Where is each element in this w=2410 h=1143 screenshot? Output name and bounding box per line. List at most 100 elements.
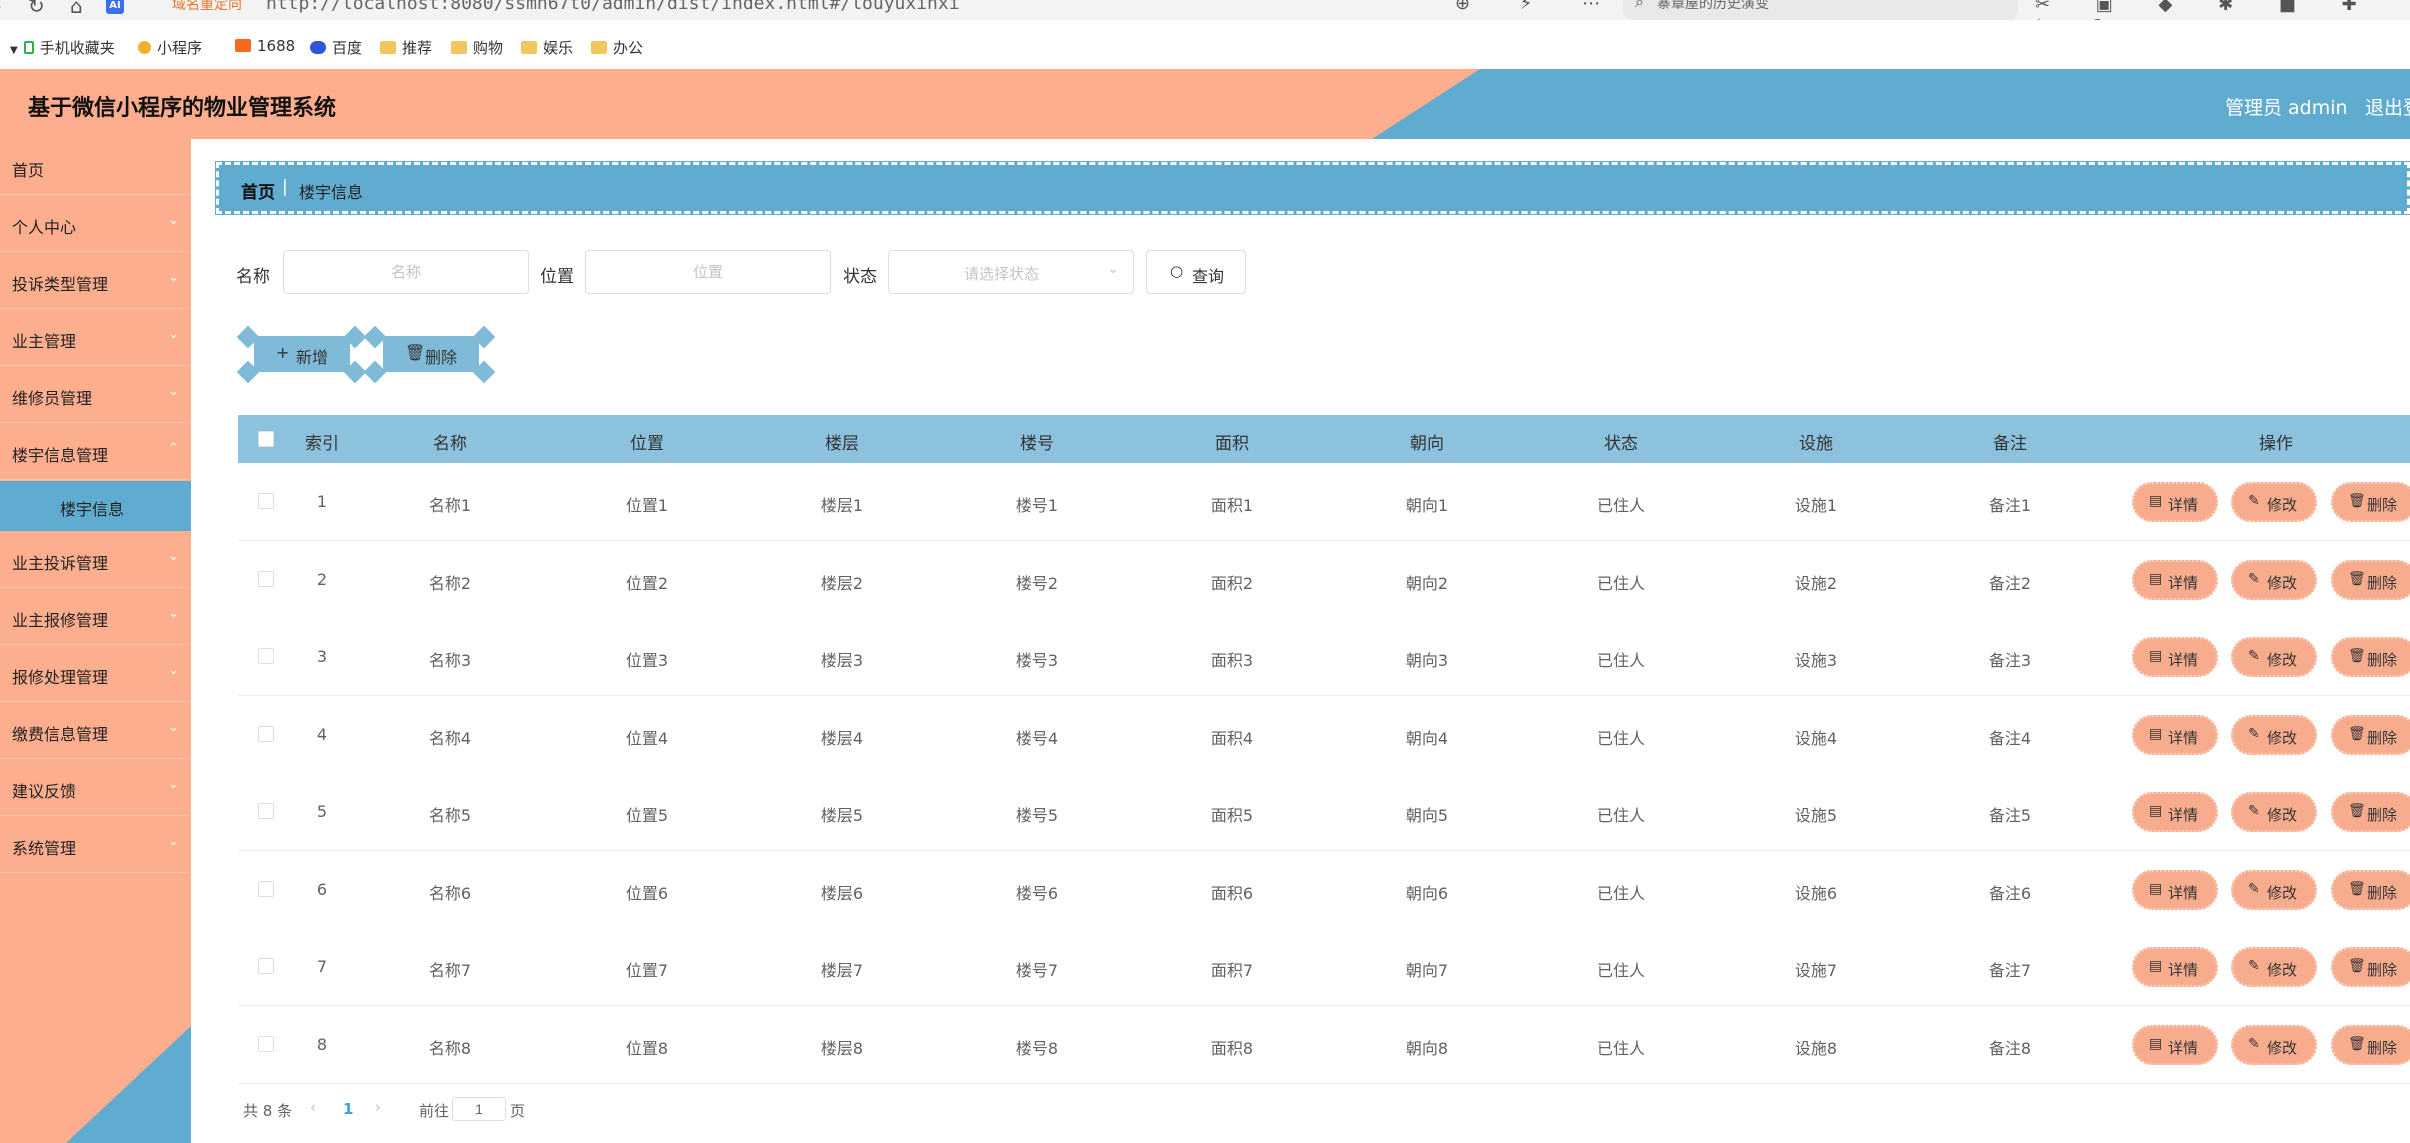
cell-name: 名称4 (428, 728, 472, 748)
ai-icon[interactable]: AI (106, 0, 124, 14)
bookmark-baidu[interactable]: 百度 (310, 37, 362, 58)
row-detail-button[interactable]: ▤ 详情 (2132, 792, 2218, 832)
bookmark-shopping[interactable]: 购物 (451, 37, 503, 58)
row-detail-button[interactable]: ▤ 详情 (2132, 1024, 2218, 1065)
sidebar-item-feedback[interactable]: 建议反馈 ⌄ (0, 760, 191, 816)
row-detail-button[interactable]: ▤ 详情 (2132, 714, 2218, 755)
cell-status: 已住人 (1596, 728, 1646, 748)
bookmark-recommend[interactable]: 推荐 (380, 37, 432, 58)
browser-search[interactable]: ⌕ 寨章屋的历史演变 (1623, 0, 2018, 20)
sidebar-item-repair-handling[interactable]: 报修处理管理 ⌄ (0, 646, 191, 702)
bookmark-1688[interactable]: 1688 (235, 37, 295, 55)
row-detail-button[interactable]: ▤ 详情 (2132, 637, 2218, 677)
sidebar-item-system[interactable]: 系统管理 ⌄ (0, 817, 191, 873)
row-checkbox[interactable] (258, 493, 274, 509)
select-all-checkbox[interactable] (258, 431, 274, 447)
status-select[interactable]: 请选择状态 ⌄ (888, 250, 1134, 294)
row-detail-button[interactable]: ▤ 详情 (2132, 947, 2218, 987)
chevron-down-icon: ⌄ (168, 549, 179, 564)
cell-floor: 楼层1 (820, 496, 864, 515)
row-edit-button[interactable]: ✎ 修改 (2231, 792, 2317, 832)
column-header-floor: 楼层 (825, 434, 859, 454)
sidebar-item-label: 维修员管理 (12, 389, 93, 408)
row-delete-button[interactable]: 🗑 删除 (2331, 559, 2410, 600)
row-checkbox[interactable] (258, 648, 274, 664)
query-button[interactable]: ○ 查询 (1146, 250, 1246, 294)
sidebar-item-payments[interactable]: 缴费信息管理 ⌄ (0, 703, 191, 759)
logout-link[interactable]: 退出登录 (2365, 93, 2410, 120)
sidebar-item-complaint-types[interactable]: 投诉类型管理 ⌄ (0, 253, 191, 309)
bookmark-miniprogram[interactable]: 小程序 (138, 37, 202, 58)
add-button[interactable]: + 新增 (254, 336, 350, 372)
row-edit-button[interactable]: ✎ 修改 (2231, 947, 2317, 987)
row-delete-label: 删除 (2367, 728, 2398, 747)
row-checkbox[interactable] (258, 803, 274, 819)
row-checkbox[interactable] (258, 725, 274, 742)
sidebar-item-owner-complaints[interactable]: 业主投诉管理 ⌄ (0, 532, 191, 588)
reload-icon[interactable]: ↻ (28, 0, 45, 18)
row-edit-button[interactable]: ✎ 修改 (2231, 559, 2317, 600)
address-bar[interactable]: http://localhost:8080/ssmn67t0/admin/dis… (266, 0, 960, 14)
row-delete-button[interactable]: 🗑 删除 (2331, 637, 2410, 677)
sidebar-item-label: 系统管理 (12, 839, 77, 858)
cell-building-no: 楼号4 (1015, 728, 1059, 748)
cell-area: 面积8 (1210, 1038, 1254, 1058)
row-edit-button[interactable]: ✎ 修改 (2231, 869, 2317, 910)
name-input[interactable] (283, 250, 529, 294)
cell-orientation: 朝向7 (1405, 961, 1449, 980)
cell-area: 面积4 (1210, 728, 1254, 748)
chevron-left-icon[interactable]: ‹ (310, 1098, 316, 1116)
1688-icon (235, 39, 251, 52)
delete-button[interactable]: 🗑 删除 (383, 336, 479, 372)
row-checkbox[interactable] (258, 958, 274, 974)
sidebar-item-personal-center[interactable]: 个人中心 ⌄ (0, 196, 191, 252)
bookmark-office[interactable]: 办公 (591, 37, 643, 58)
sidebar-item-repairmen[interactable]: 维修员管理 ⌄ (0, 367, 191, 423)
row-edit-button[interactable]: ✎ 修改 (2231, 1024, 2317, 1065)
row-edit-button[interactable]: ✎ 修改 (2231, 714, 2317, 755)
cell-status: 已住人 (1596, 573, 1646, 593)
cell-building-no: 楼号6 (1015, 883, 1059, 903)
cell-building-no: 楼号2 (1015, 573, 1059, 593)
row-delete-button[interactable]: 🗑 删除 (2331, 869, 2410, 910)
cell-remarks: 备注1 (1988, 496, 2032, 515)
row-checkbox[interactable] (258, 570, 274, 587)
sidebar-item-label: 建议反馈 (12, 782, 77, 801)
back-icon[interactable]: › (0, 0, 2, 18)
chevron-right-icon[interactable]: › (375, 1098, 381, 1116)
location-input[interactable] (585, 250, 831, 294)
pagination-page[interactable]: 1 (343, 1100, 353, 1118)
row-delete-button[interactable]: 🗑 删除 (2331, 482, 2410, 522)
document-icon: ▤ (2149, 958, 2163, 974)
row-detail-button[interactable]: ▤ 详情 (2132, 869, 2218, 910)
name-label: 名称 (236, 267, 270, 287)
row-checkbox[interactable] (258, 880, 274, 897)
bookmark-mobile[interactable]: ▼ 手机收藏夹 (10, 37, 115, 58)
row-edit-button[interactable]: ✎ 修改 (2231, 637, 2317, 677)
pencil-icon: ✎ (2248, 1035, 2260, 1052)
cell-floor: 楼层3 (820, 651, 864, 670)
bookmark-entertainment[interactable]: 娱乐 (521, 37, 573, 58)
sidebar-item-building-management[interactable]: 楼宇信息管理 ⌃ (0, 424, 191, 480)
cell-orientation: 朝向6 (1405, 883, 1449, 903)
sidebar-subitem-building-info[interactable]: 楼宇信息 (0, 481, 191, 531)
breadcrumb-home[interactable]: 首页 (241, 178, 275, 203)
extension-icons[interactable]: ✂ ▣ ◆ ✱ ■ ✚ ⤓ ↶ ▪ (2035, 0, 2410, 20)
row-delete-button[interactable]: 🗑 删除 (2331, 792, 2410, 832)
row-delete-button[interactable]: 🗑 删除 (2331, 1024, 2410, 1065)
row-delete-button[interactable]: 🗑 删除 (2331, 714, 2410, 755)
chevron-up-icon: ⌃ (168, 441, 179, 456)
sidebar-item-home[interactable]: 首页 (0, 139, 191, 195)
row-edit-button[interactable]: ✎ 修改 (2231, 482, 2317, 522)
pagination-goto-input[interactable] (452, 1097, 506, 1121)
row-detail-button[interactable]: ▤ 详情 (2132, 559, 2218, 600)
trash-icon: 🗑 (2348, 803, 2366, 819)
sidebar-item-owner-repairs[interactable]: 业主报修管理 ⌄ (0, 589, 191, 645)
row-detail-button[interactable]: ▤ 详情 (2132, 482, 2218, 522)
home-icon[interactable]: ⌂ (70, 0, 83, 18)
row-delete-button[interactable]: 🗑 删除 (2331, 947, 2410, 987)
chevron-down-icon: ⌄ (168, 384, 179, 399)
row-checkbox[interactable] (258, 1035, 274, 1052)
sidebar-item-owners[interactable]: 业主管理 ⌄ (0, 310, 191, 366)
document-icon: ▤ (2149, 725, 2163, 742)
